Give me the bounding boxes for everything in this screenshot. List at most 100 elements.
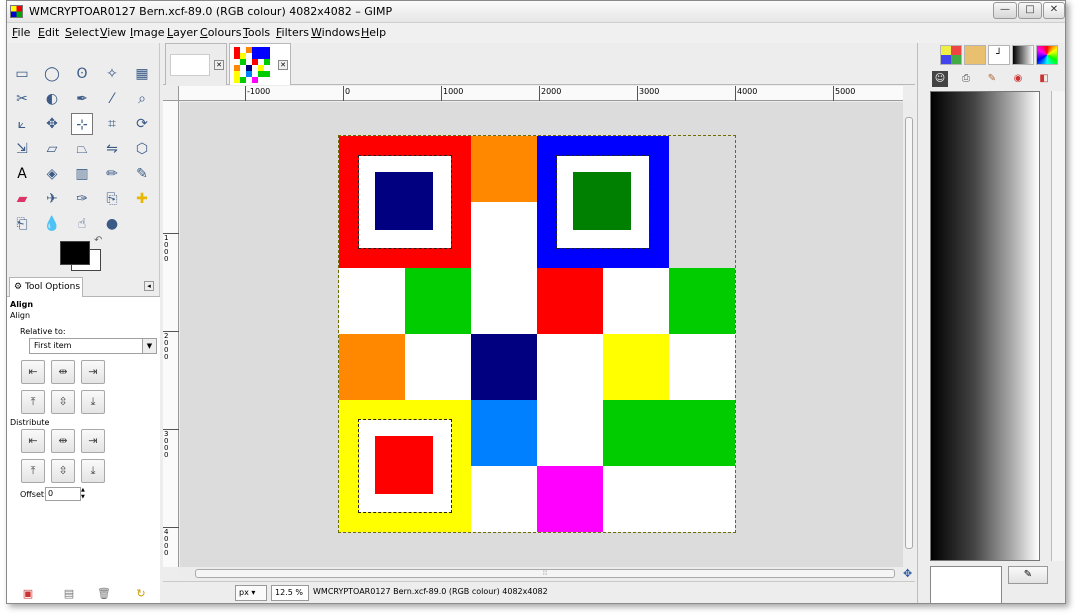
menu-file[interactable]: File [12, 26, 30, 39]
tab-menu-icon[interactable]: ◂ [144, 281, 154, 291]
bucket-fill-icon[interactable]: ◈ [41, 163, 63, 185]
quick-mask-toggle[interactable] [163, 86, 179, 101]
fuzzy-select-icon[interactable]: ✧ [101, 63, 123, 85]
vertical-scrollbar[interactable] [903, 101, 915, 567]
swap-colors-icon[interactable]: ↶ [94, 235, 102, 246]
menu-filters[interactable]: Filters [276, 26, 309, 39]
navigate-icon[interactable]: ✥ [903, 567, 915, 581]
select-by-color-icon[interactable]: ▦ [131, 63, 153, 85]
scissors-icon[interactable]: ✂ [11, 88, 33, 110]
scale-icon[interactable]: ⇲ [11, 138, 33, 160]
foreground-color-swatch[interactable] [60, 241, 90, 265]
distribute-right-button[interactable]: ⇥ [81, 429, 105, 453]
perspective-clone-icon[interactable]: ⎗ [11, 213, 33, 235]
vertical-ruler[interactable]: 1000 2000 3000 4000 [163, 101, 179, 567]
distribute-top-button[interactable]: ⤒ [21, 459, 45, 483]
palettes-tab[interactable] [1036, 45, 1058, 65]
unit-select[interactable]: px ▾ [235, 585, 267, 601]
brushes-tab[interactable] [940, 45, 962, 65]
vertical-scroll-thumb[interactable] [905, 117, 913, 549]
maximize-button[interactable]: □ [1018, 2, 1042, 19]
align-bottom-edge-button[interactable]: ⤓ [81, 390, 105, 414]
menu-windows[interactable]: Windows [311, 26, 360, 39]
zoom-select[interactable]: 12.5 % [271, 585, 309, 601]
fonts-tab[interactable]: ┘ [988, 45, 1010, 65]
ellipse-select-icon[interactable]: ◯ [41, 63, 63, 85]
image-canvas[interactable] [338, 135, 736, 533]
blend-icon[interactable]: ▥ [71, 163, 93, 185]
align-top-edge-button[interactable]: ⤒ [21, 390, 45, 414]
colors-icon[interactable]: ◧ [1036, 71, 1052, 87]
align-icon[interactable]: ⊹ [71, 113, 93, 135]
brush-icon[interactable]: ✎ [984, 71, 1000, 87]
align-left-edge-button[interactable]: ⇤ [21, 360, 45, 384]
offset-input[interactable]: 0 [45, 487, 81, 501]
distribute-center-button[interactable]: ⇹ [51, 429, 75, 453]
delete-options-icon[interactable]: 🗑 [97, 587, 111, 601]
minimize-button[interactable]: — [993, 2, 1017, 19]
menu-layer[interactable]: Layer [167, 26, 198, 39]
move-icon[interactable]: ✥ [41, 113, 63, 135]
restore-options-icon[interactable]: ▤ [62, 587, 76, 601]
palette-icon[interactable]: ◉ [1010, 71, 1026, 87]
reset-options-icon[interactable]: ↻ [134, 587, 148, 601]
paths-icon[interactable]: ✒ [71, 88, 93, 110]
menu-colours[interactable]: Colours [200, 26, 241, 39]
airbrush-icon[interactable]: ✈ [41, 188, 63, 210]
menu-view[interactable]: View [100, 26, 126, 39]
dodge-burn-icon[interactable]: ● [101, 213, 123, 235]
gimp-icon[interactable]: ☺ [932, 71, 948, 87]
flip-icon[interactable]: ⇋ [101, 138, 123, 160]
align-middle-vertical-button[interactable]: ⇳ [51, 390, 75, 414]
text-icon[interactable]: A [11, 163, 33, 185]
horizontal-ruler[interactable]: -1000 0 1000 2000 3000 4000 5000 [179, 86, 903, 101]
gradients-tab[interactable] [1012, 45, 1034, 65]
paintbrush-icon[interactable]: ✎ [131, 163, 153, 185]
zoom-icon[interactable]: ⌕ [131, 88, 153, 110]
menu-image[interactable]: Image [130, 26, 164, 39]
align-right-edge-button[interactable]: ⇥ [81, 360, 105, 384]
menu-select[interactable]: Select [65, 26, 99, 39]
cage-icon[interactable]: ⬡ [131, 138, 153, 160]
horizontal-scroll-thumb[interactable]: ⦙⦙⦙ [195, 569, 895, 578]
heal-icon[interactable]: ✚ [131, 188, 153, 210]
distribute-bottom-button[interactable]: ⤓ [81, 459, 105, 483]
pencil-icon[interactable]: ✏ [101, 163, 123, 185]
smudge-icon[interactable]: ☝ [71, 213, 93, 235]
clone-icon[interactable]: ⎘ [101, 188, 123, 210]
menu-edit[interactable]: Edit [38, 26, 59, 39]
relative-to-select[interactable]: First item ▼ [29, 338, 157, 354]
close-tab-icon[interactable]: ✕ [214, 60, 224, 70]
horizontal-scrollbar[interactable]: ⦙⦙⦙ [179, 567, 903, 579]
patterns-tab[interactable] [964, 45, 986, 65]
menu-tools[interactable]: Tools [243, 26, 270, 39]
blur-icon[interactable]: 💧 [41, 213, 63, 235]
printer-icon[interactable]: ⎙ [958, 71, 974, 87]
tool-options-tab[interactable]: ⚙ Tool Options [9, 277, 83, 297]
image-tab-bern[interactable]: ✕ [229, 43, 291, 85]
color-picker-icon[interactable]: ⁄ [101, 88, 123, 110]
measure-icon[interactable]: ⟀ [11, 113, 33, 135]
foreground-select-icon[interactable]: ◐ [41, 88, 63, 110]
dock-edit-button[interactable]: ✎ [1008, 566, 1048, 584]
azure-cell [471, 400, 537, 466]
gradient-preview[interactable] [930, 91, 1040, 561]
align-center-horizontal-button[interactable]: ⇹ [51, 360, 75, 384]
distribute-middle-button[interactable]: ⇳ [51, 459, 75, 483]
eraser-icon[interactable]: ▰ [11, 188, 33, 210]
perspective-icon[interactable]: ⏢ [71, 138, 93, 160]
rect-select-icon[interactable]: ▭ [11, 63, 33, 85]
ink-icon[interactable]: ✑ [71, 188, 93, 210]
menu-help[interactable]: Help [361, 26, 386, 39]
save-options-icon[interactable]: ▣ [21, 587, 35, 601]
image-tab-blank[interactable]: ✕ [165, 43, 227, 85]
crop-icon[interactable]: ⌗ [101, 113, 123, 135]
close-button[interactable]: ✕ [1043, 2, 1065, 19]
close-tab-icon[interactable]: ✕ [278, 60, 288, 70]
distribute-label: Distribute [10, 418, 50, 427]
rotate-icon[interactable]: ⟳ [131, 113, 153, 135]
free-select-icon[interactable]: ʘ [71, 63, 93, 85]
offset-spinner-icon[interactable]: ▲ ▼ [81, 487, 87, 501]
shear-icon[interactable]: ▱ [41, 138, 63, 160]
distribute-left-button[interactable]: ⇤ [21, 429, 45, 453]
